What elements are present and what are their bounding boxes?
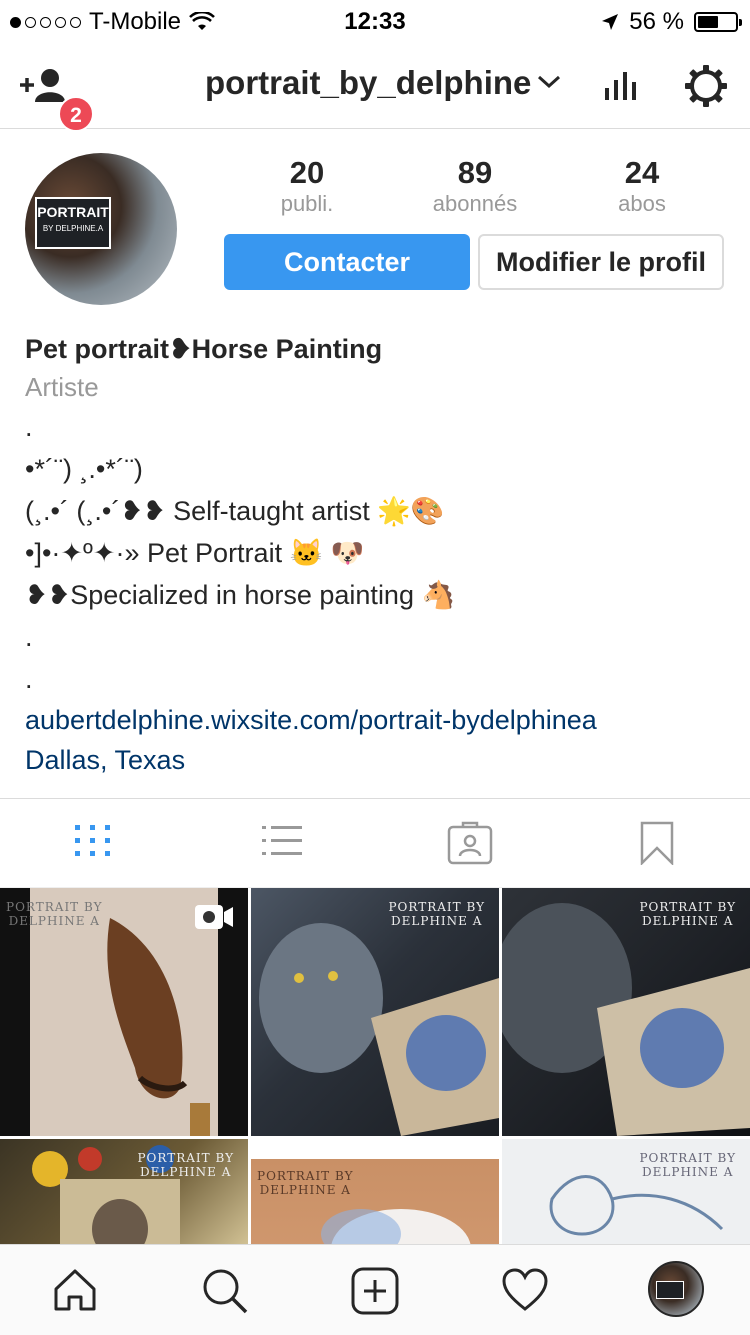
bio-line: (¸.•´ (¸.•´❥❥ Self-taught artist 🌟🎨 <box>25 496 445 526</box>
grid-view-icon[interactable] <box>75 821 111 861</box>
status-bar: T-Mobile 12:33 56 % <box>0 0 750 40</box>
location-link[interactable]: Dallas, Texas <box>25 740 735 780</box>
grid-photo-horse-sketch[interactable]: PORTRAIT BY DELPHINE A <box>0 888 248 1136</box>
profile-display-name: Pet portrait❥Horse Painting <box>25 334 383 364</box>
followers-value: 89 <box>457 155 493 190</box>
new-post-icon[interactable] <box>351 1267 399 1315</box>
grid-photo-palette[interactable]: PORTRAIT BY DELPHINE A <box>0 1139 248 1244</box>
watermark-text: PORTRAIT BY DELPHINE A <box>257 1169 354 1197</box>
saved-bookmark-icon[interactable] <box>640 821 674 865</box>
bio-line: •*´¨) ¸.•*´¨) <box>25 454 143 484</box>
profile-avatar[interactable]: PORTRAIT BY DELPHINE.A <box>25 153 177 305</box>
activity-heart-icon[interactable] <box>501 1267 549 1313</box>
following-count[interactable]: 24 abos <box>572 155 712 217</box>
grid-photo-cat-1[interactable]: PORTRAIT BY DELPHINE A <box>251 888 499 1136</box>
following-label: abos <box>618 191 666 216</box>
followers-label: abonnés <box>432 191 518 216</box>
posts-value: 20 <box>289 155 325 190</box>
profile-category: Artiste <box>25 372 99 402</box>
battery-percent: 56 % <box>629 8 684 35</box>
video-camera-icon <box>195 905 233 929</box>
avatar-logo-subtext: BY DELPHINE.A <box>42 224 104 233</box>
battery-icon <box>694 12 742 32</box>
posts-count[interactable]: 20 publi. <box>237 155 377 217</box>
watermark-text: PORTRAIT BY DELPHINE A <box>639 1151 736 1179</box>
settings-gear-icon[interactable] <box>684 64 728 108</box>
home-icon[interactable] <box>52 1267 98 1313</box>
account-username[interactable]: portrait_by_delphine <box>205 64 531 102</box>
watermark-text: PORTRAIT BY DELPHINE A <box>388 900 485 928</box>
notification-badge[interactable]: 2 <box>58 96 94 132</box>
bio-line: . <box>25 622 33 652</box>
profile-bio: Pet portrait❥Horse Painting Artiste . •*… <box>25 330 735 780</box>
avatar-logo-plate: PORTRAIT BY DELPHINE.A <box>35 197 111 249</box>
website-link[interactable]: aubertdelphine.wixsite.com/portrait-byde… <box>25 700 735 740</box>
profile-header: 2 portrait_by_delphine <box>0 40 750 132</box>
profile-tab-avatar[interactable] <box>648 1261 704 1317</box>
list-view-icon[interactable] <box>262 821 302 861</box>
insights-icon[interactable] <box>603 68 637 102</box>
bio-line: ❥❥Specialized in horse painting 🐴 <box>25 580 456 610</box>
followers-count[interactable]: 89 abonnés <box>405 155 545 217</box>
photo-grid: PORTRAIT BY DELPHINE A PORTRAIT BY DELPHIN… <box>0 888 750 1244</box>
watermark-text: PORTRAIT BY DELPHINE A <box>137 1151 234 1179</box>
bio-line: . <box>25 412 33 442</box>
status-right-group: 56 % <box>601 8 742 36</box>
profile-stats: 20 publi. 89 abonnés 24 abos <box>222 155 727 225</box>
posts-label: publi. <box>280 191 334 216</box>
watermark-text: PORTRAIT BY DELPHINE A <box>639 900 736 928</box>
avatar-logo-text: PORTRAIT <box>37 204 109 220</box>
grid-photo-white-horse[interactable]: PORTRAIT BY DELPHINE A <box>251 1139 499 1244</box>
search-icon[interactable] <box>201 1267 249 1315</box>
bio-line: . <box>25 664 33 694</box>
profile-view-tabs <box>0 798 750 888</box>
bio-line: •]•·✦º✦·» Pet Portrait 🐱 🐶 <box>25 538 365 568</box>
grid-photo-cat-2[interactable]: PORTRAIT BY DELPHINE A <box>502 888 750 1136</box>
contact-button[interactable]: Contacter <box>224 234 470 290</box>
grid-photo-horse-drawing[interactable]: PORTRAIT BY DELPHINE A <box>502 1139 750 1244</box>
edit-profile-button[interactable]: Modifier le profil <box>478 234 724 290</box>
tagged-photos-icon[interactable] <box>447 821 493 865</box>
chevron-down-icon[interactable] <box>537 74 561 90</box>
watermark-text: PORTRAIT BY DELPHINE A <box>6 900 103 928</box>
following-value: 24 <box>624 155 660 190</box>
location-arrow-icon <box>602 14 619 30</box>
bottom-tab-bar <box>0 1244 750 1335</box>
